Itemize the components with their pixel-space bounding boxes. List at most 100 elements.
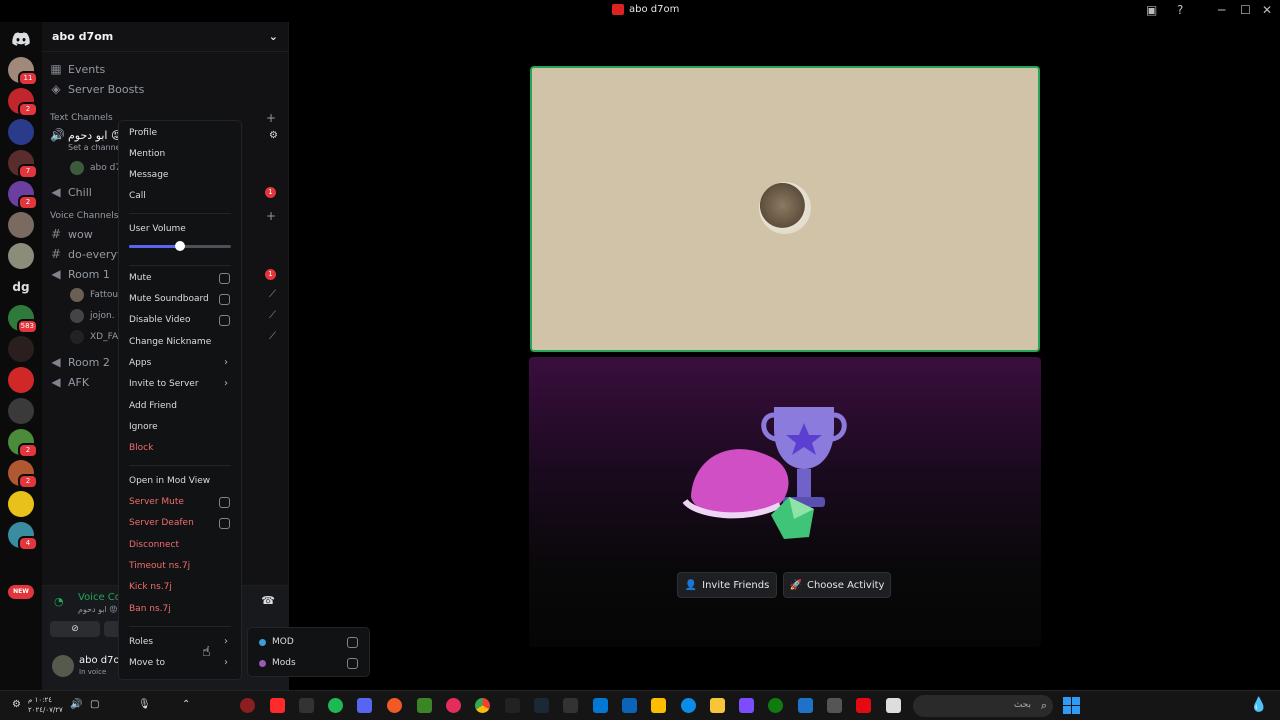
server-icon[interactable]: 2 xyxy=(8,88,38,117)
server-icon[interactable] xyxy=(8,243,34,269)
network-icon[interactable]: ▢ xyxy=(90,699,99,710)
voice-user[interactable]: Fattou xyxy=(70,288,118,302)
discord-home-icon[interactable] xyxy=(8,26,34,52)
role-item-mods[interactable]: Mods xyxy=(259,658,296,668)
app-icon[interactable] xyxy=(240,698,255,713)
menu-item-block[interactable]: Block xyxy=(129,443,153,453)
disconnect-icon[interactable]: ☎ xyxy=(261,594,275,607)
server-icon[interactable] xyxy=(8,336,34,362)
channel-room-1[interactable]: ◀ Room 1 xyxy=(50,267,109,281)
server-icon[interactable] xyxy=(8,491,34,517)
menu-item-move-to[interactable]: Move to xyxy=(129,658,165,668)
rockstar-icon[interactable] xyxy=(651,698,666,713)
menu-item-invite-to-server[interactable]: Invite to Server xyxy=(129,379,199,389)
app-icon[interactable] xyxy=(739,698,754,713)
server-icon[interactable]: 4 xyxy=(8,522,38,551)
server-icon[interactable]: 2 xyxy=(8,181,38,210)
menu-item-server-mute[interactable]: Server Mute xyxy=(129,497,184,507)
server-icon[interactable]: 7 xyxy=(8,150,38,179)
boosts-item[interactable]: ◈ Server Boosts xyxy=(50,82,144,96)
menu-item-roles[interactable]: Roles xyxy=(129,637,153,647)
server-icon[interactable] xyxy=(8,367,34,393)
app-icon[interactable] xyxy=(505,698,520,713)
channel-wow[interactable]: # wow xyxy=(50,227,93,241)
guild-header[interactable]: abo d7om ⌄ xyxy=(42,22,288,52)
channel-room-2[interactable]: ◀ Room 2 xyxy=(50,355,109,369)
app-icon[interactable] xyxy=(886,698,901,713)
server-icon[interactable]: dg xyxy=(8,274,34,300)
menu-item-server-deafen[interactable]: Server Deafen xyxy=(129,518,194,528)
menu-item-disconnect[interactable]: Disconnect xyxy=(129,540,179,550)
menu-item-add-friend[interactable]: Add Friend xyxy=(129,401,177,411)
menu-item-disable-video[interactable]: Disable Video xyxy=(129,315,190,325)
xbox-icon[interactable] xyxy=(768,698,783,713)
maximize-icon[interactable]: ☐ xyxy=(1240,3,1251,17)
youtube-icon[interactable] xyxy=(270,698,285,713)
voice-user[interactable]: jojon. xyxy=(70,309,115,323)
role-checkbox[interactable] xyxy=(347,658,358,669)
disable-video-checkbox[interactable] xyxy=(219,315,230,326)
inbox-icon[interactable]: ▣ xyxy=(1146,3,1157,17)
help-icon[interactable]: ? xyxy=(1177,3,1183,17)
voice-user[interactable]: XD_FA xyxy=(70,330,118,344)
app-icon[interactable] xyxy=(798,698,813,713)
user-avatar[interactable] xyxy=(52,655,74,677)
user-volume-slider[interactable] xyxy=(129,241,231,251)
discord-icon[interactable] xyxy=(357,698,372,713)
server-icon[interactable] xyxy=(8,398,34,424)
menu-item-mute-soundboard[interactable]: Mute Soundboard xyxy=(129,294,209,304)
camera-toggle-button[interactable]: ⊘ xyxy=(50,621,100,637)
server-icon[interactable]: 11 xyxy=(8,57,38,86)
text-channel-item[interactable]: 🔊 ابو دحوم 😡 xyxy=(50,128,122,142)
channel-do-everything[interactable]: # do-everyth xyxy=(50,247,128,261)
server-icon[interactable] xyxy=(8,212,34,238)
spotify-icon[interactable] xyxy=(328,698,343,713)
mute-soundboard-checkbox[interactable] xyxy=(219,294,230,305)
voice-user[interactable]: abo d7 xyxy=(70,161,121,175)
menu-item-timeout[interactable]: Timeout ns.7j xyxy=(129,561,190,571)
water-drop-icon[interactable]: 💧 xyxy=(1250,697,1267,713)
server-icon[interactable]: 583 xyxy=(8,305,38,334)
app-icon[interactable] xyxy=(387,698,402,713)
channel-afk[interactable]: ◀ AFK xyxy=(50,375,89,389)
menu-item-kick[interactable]: Kick ns.7j xyxy=(129,582,172,592)
volume-icon[interactable]: 🔊 xyxy=(70,699,82,710)
windows-start-icon[interactable] xyxy=(1063,697,1080,714)
taskbar-search[interactable]: بحث ⌕ xyxy=(913,695,1053,717)
server-icon[interactable] xyxy=(8,119,34,145)
server-icon[interactable]: 2 xyxy=(8,429,38,458)
mute-checkbox[interactable] xyxy=(219,273,230,284)
tray-chevron-up-icon[interactable]: ⌃ xyxy=(182,699,190,710)
steam-icon[interactable] xyxy=(534,698,549,713)
choose-activity-button[interactable]: 🚀 Choose Activity xyxy=(783,572,891,598)
menu-item-mention[interactable]: Mention xyxy=(129,149,165,159)
server-icon[interactable]: 2 xyxy=(8,460,38,489)
role-item-mod[interactable]: MOD xyxy=(259,637,294,647)
invite-friends-button[interactable]: 👤 Invite Friends xyxy=(677,572,777,598)
menu-item-call[interactable]: Call xyxy=(129,191,146,201)
server-deafen-checkbox[interactable] xyxy=(219,518,230,529)
new-pill[interactable]: NEW xyxy=(8,585,34,599)
add-channel-icon[interactable]: + xyxy=(266,209,276,223)
menu-item-change-nickname[interactable]: Change Nickname xyxy=(129,337,211,347)
events-item[interactable]: ▦ Events xyxy=(50,62,105,76)
user-video-tile[interactable] xyxy=(530,66,1040,352)
app-icon[interactable] xyxy=(299,698,314,713)
settings-icon[interactable]: ⚙ xyxy=(12,699,21,710)
volume-handle[interactable] xyxy=(175,241,185,251)
menu-item-mute[interactable]: Mute xyxy=(129,273,152,283)
minimize-icon[interactable]: ─ xyxy=(1218,3,1225,17)
add-channel-icon[interactable]: + xyxy=(266,111,276,125)
minecraft-icon[interactable] xyxy=(417,698,432,713)
close-icon[interactable]: ✕ xyxy=(1262,3,1272,17)
menu-item-ignore[interactable]: Ignore xyxy=(129,422,158,432)
menu-item-message[interactable]: Message xyxy=(129,170,168,180)
role-checkbox[interactable] xyxy=(347,637,358,648)
chrome-icon[interactable] xyxy=(475,698,490,713)
file-explorer-icon[interactable] xyxy=(710,698,725,713)
menu-item-profile[interactable]: Profile xyxy=(129,128,157,138)
menu-item-apps[interactable]: Apps xyxy=(129,358,151,368)
mic-icon[interactable]: 🎙 xyxy=(138,699,151,710)
outlook-icon[interactable] xyxy=(593,698,608,713)
netflix-icon[interactable] xyxy=(856,698,871,713)
